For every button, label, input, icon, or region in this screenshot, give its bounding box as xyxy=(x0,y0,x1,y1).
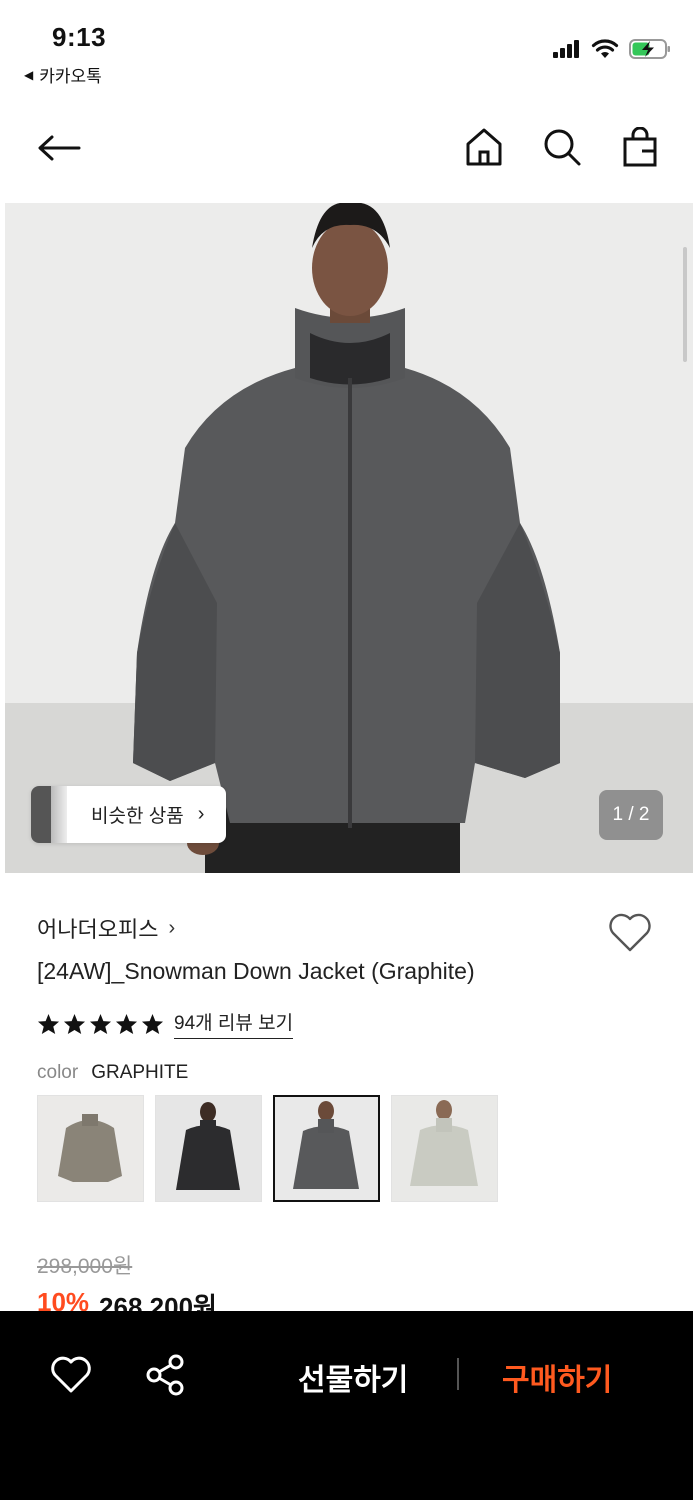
similar-products-label: 비슷한 상품 xyxy=(91,806,184,827)
bottom-divider xyxy=(457,1358,459,1390)
swatch-light-grey-image xyxy=(392,1096,497,1201)
star-icon xyxy=(63,1013,86,1034)
product-image-gallery[interactable]: 비슷한 상품 › 1 / 2 xyxy=(5,203,693,873)
swatch-khaki[interactable] xyxy=(37,1095,144,1202)
gallery-scrollbar[interactable] xyxy=(683,247,687,362)
wifi-icon xyxy=(591,39,619,58)
search-button[interactable] xyxy=(539,122,585,172)
product-photo xyxy=(5,203,693,873)
color-label: color xyxy=(37,1062,79,1083)
back-button[interactable] xyxy=(34,126,84,170)
shopping-bag-icon xyxy=(623,127,657,167)
swatch-khaki-image xyxy=(38,1096,143,1201)
status-bar: 9:13 ◀ 카카오톡 xyxy=(0,0,693,100)
similar-product-thumbnail xyxy=(31,786,67,843)
wishlist-button[interactable] xyxy=(607,910,653,956)
color-swatches xyxy=(37,1095,498,1202)
share-icon xyxy=(146,1354,184,1396)
brand-link[interactable]: 어나더오피스 › xyxy=(37,912,175,944)
similar-products-button[interactable]: 비슷한 상품 › xyxy=(31,786,227,843)
back-app-label: 카카오톡 xyxy=(39,67,102,86)
chevron-right-icon: › xyxy=(197,803,205,825)
status-time: 9:13 xyxy=(52,22,107,52)
battery-charging-icon xyxy=(629,39,670,59)
swatch-graphite[interactable] xyxy=(273,1095,380,1202)
swatch-black-image xyxy=(156,1096,261,1201)
swatch-light-grey[interactable] xyxy=(391,1095,498,1202)
cart-button[interactable] xyxy=(617,122,663,172)
star-icon xyxy=(89,1013,112,1034)
swatch-black[interactable] xyxy=(155,1095,262,1202)
buy-button[interactable]: 구매하기 xyxy=(502,1355,612,1399)
heart-icon xyxy=(51,1356,91,1393)
search-icon xyxy=(544,129,581,166)
share-button[interactable] xyxy=(144,1353,188,1397)
home-button[interactable] xyxy=(461,122,507,172)
review-link[interactable]: 94개 리뷰 보기 xyxy=(174,1008,294,1039)
swatch-graphite-image xyxy=(275,1097,378,1200)
color-value: GRAPHITE xyxy=(91,1062,189,1083)
rating-row: 94개 리뷰 보기 xyxy=(37,1008,294,1039)
original-price: 298,000원 xyxy=(37,1255,133,1278)
bottom-wishlist-button[interactable] xyxy=(50,1355,92,1395)
color-row: color GRAPHITE xyxy=(37,1062,188,1084)
back-to-app-link[interactable]: ◀ 카카오톡 xyxy=(24,62,102,87)
status-icons xyxy=(553,38,671,60)
chevron-right-icon: › xyxy=(168,916,176,939)
heart-icon xyxy=(609,913,651,952)
rating-stars xyxy=(37,1013,164,1035)
product-title: [24AW]_Snowman Down Jacket (Graphite) xyxy=(37,958,475,984)
home-icon xyxy=(466,128,502,166)
back-triangle-icon: ◀ xyxy=(24,67,34,82)
gift-button[interactable]: 선물하기 xyxy=(298,1355,408,1399)
star-icon xyxy=(115,1013,138,1034)
signal-icon xyxy=(553,40,579,58)
top-nav-bar xyxy=(0,108,693,188)
brand-name: 어나더오피스 xyxy=(37,917,159,942)
star-icon xyxy=(37,1013,60,1034)
bottom-action-bar: 선물하기 구매하기 xyxy=(0,1311,693,1500)
arrow-left-icon xyxy=(38,135,81,161)
star-icon xyxy=(141,1013,164,1034)
image-page-counter: 1 / 2 xyxy=(599,790,663,840)
